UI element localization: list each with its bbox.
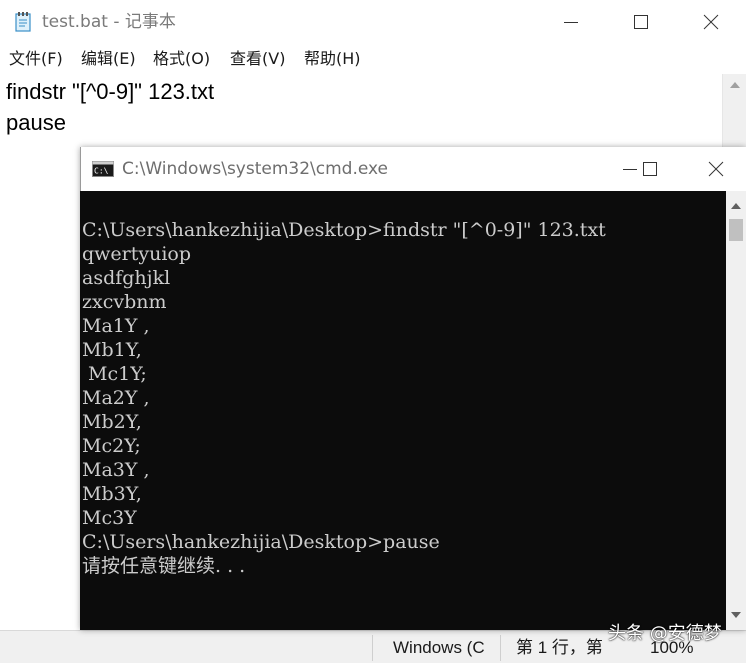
menu-format[interactable]: 格式(O)	[153, 48, 210, 70]
menu-help[interactable]: 帮助(H)	[304, 48, 361, 70]
cmd-console-output[interactable]: C:\Users\hankezhijia\Desktop>findstr "[^…	[80, 191, 726, 630]
notepad-text-line: pause	[6, 110, 66, 135]
console-line: Mc3Y	[82, 507, 137, 529]
notepad-maximize-button[interactable]	[606, 0, 676, 44]
close-icon	[708, 161, 724, 177]
cmd-title: C:\Windows\system32\cmd.exe	[122, 159, 389, 179]
notepad-menubar: 文件(F) 编辑(E) 格式(O) 查看(V) 帮助(H)	[0, 44, 746, 74]
console-line: qwertyuiop	[82, 243, 192, 265]
scroll-up-arrow-icon[interactable]	[730, 82, 740, 88]
minimize-icon	[564, 22, 578, 23]
notepad-title: test.bat - 记事本	[42, 12, 176, 32]
console-line: zxcvbnm	[82, 291, 167, 313]
svg-text:C:\: C:\	[94, 167, 109, 176]
console-line: C:\Users\hankezhijia\Desktop>pause	[82, 531, 440, 553]
cmd-window: C:\ C:\Windows\system32\cmd.exe C:\Users…	[80, 147, 746, 630]
scroll-down-arrow-icon[interactable]	[731, 612, 741, 618]
menu-file[interactable]: 文件(F)	[9, 48, 63, 70]
status-separator	[372, 635, 373, 661]
console-line: Mb2Y,	[82, 411, 142, 433]
console-line: Mc1Y;	[82, 363, 147, 385]
console-line: Ma3Y ,	[82, 459, 150, 481]
notepad-text-line: findstr "[^0-9]" 123.txt	[6, 79, 215, 104]
scroll-thumb[interactable]	[729, 219, 743, 241]
cmd-vertical-scrollbar[interactable]	[726, 191, 746, 630]
menu-view[interactable]: 查看(V)	[230, 48, 285, 70]
menu-edit[interactable]: 编辑(E)	[81, 48, 136, 70]
watermark: 头条 @安德梦	[608, 623, 722, 644]
status-encoding: Windows (C	[393, 638, 485, 657]
notepad-titlebar[interactable]: test.bat - 记事本	[0, 0, 746, 44]
notepad-icon	[15, 12, 31, 32]
close-icon	[703, 14, 719, 30]
console-line: Ma2Y ,	[82, 387, 150, 409]
console-line: C:\Users\hankezhijia\Desktop>findstr "[^…	[82, 219, 606, 241]
console-line: Mb3Y,	[82, 483, 142, 505]
status-separator	[500, 635, 501, 661]
notepad-close-button[interactable]	[676, 0, 746, 44]
notepad-minimize-button[interactable]	[536, 0, 606, 44]
status-position: 第 1 行，第	[516, 638, 603, 657]
console-line: asdfghjkl	[82, 267, 171, 289]
console-line: Ma1Y ,	[82, 315, 150, 337]
cmd-close-button[interactable]	[685, 147, 746, 191]
maximize-icon	[634, 15, 648, 29]
cmd-titlebar[interactable]: C:\ C:\Windows\system32\cmd.exe	[80, 147, 746, 191]
scroll-up-arrow-icon[interactable]	[731, 203, 741, 209]
cmd-icon: C:\	[92, 161, 114, 177]
console-line: 请按任意键继续. . .	[82, 555, 246, 577]
console-line: Mb1Y,	[82, 339, 142, 361]
maximize-icon	[643, 162, 657, 176]
cmd-maximize-button-visible[interactable]	[615, 147, 685, 191]
console-line: Mc2Y;	[82, 435, 141, 457]
